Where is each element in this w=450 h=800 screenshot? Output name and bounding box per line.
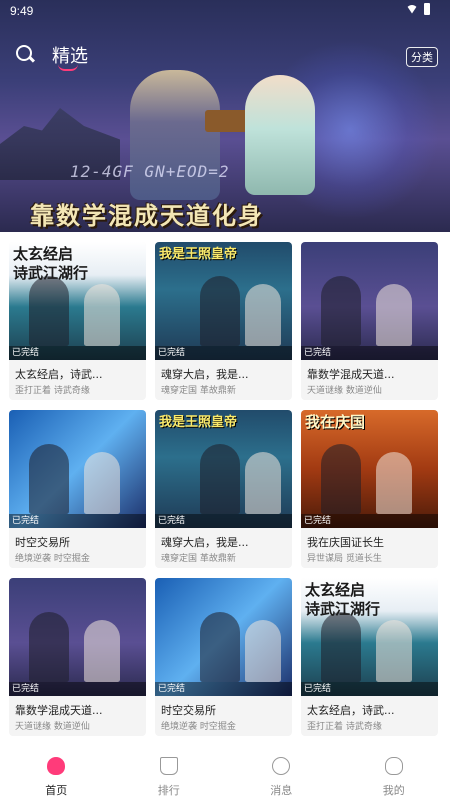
book-tags: 绝境逆袭 时空掘金 — [161, 722, 236, 732]
cover-figure — [376, 452, 412, 514]
book-tags: 绝境逆袭 时空掘金 — [15, 554, 90, 564]
book-tags: 天道谜缘 数道逆仙 — [307, 386, 382, 396]
cover-figure — [245, 284, 281, 346]
completed-badge: 已完结 — [155, 514, 292, 528]
cover-figure — [29, 612, 69, 682]
completed-badge: 已完结 — [301, 682, 438, 696]
rank-icon — [159, 757, 178, 775]
book-title: 靠数学混成天道... — [15, 704, 103, 717]
book-cover: 我是王照皇帝已完结 — [155, 410, 292, 528]
search-button[interactable] — [16, 45, 36, 65]
cover-figure — [321, 276, 361, 346]
category-button[interactable]: 分类 — [406, 47, 438, 67]
completed-badge: 已完结 — [9, 514, 146, 528]
nav-ranking-label: 排行 — [157, 784, 180, 797]
book-cover: 太玄经启 诗武江湖行已完结 — [9, 242, 146, 360]
cover-figure — [245, 452, 281, 514]
cover-figure — [376, 284, 412, 346]
hero-banner[interactable]: 12-4GF GN+EOD=2 靠数学混成天道化身 — [0, 0, 450, 232]
book-cover: 已完结 — [155, 578, 292, 696]
book-card[interactable]: 已完结靠数学混成天道... 天道谜缘 数道逆仙 — [9, 578, 146, 736]
nav-home-label: 首页 — [45, 784, 68, 797]
nav-ranking[interactable]: 排行 — [113, 750, 226, 800]
book-card[interactable]: 已完结时空交易所绝境逆袭 时空掘金 — [155, 578, 292, 736]
completed-badge: 已完结 — [9, 346, 146, 360]
cover-caption: 我在庆国 — [305, 413, 366, 431]
book-card[interactable]: 太玄经启 诗武江湖行已完结太玄经启，诗武... 歪打正着 诗武奇缘 — [301, 578, 438, 736]
cover-figure — [200, 612, 240, 682]
banner-title: 靠数学混成天道化身 — [30, 202, 264, 230]
status-icons — [406, 3, 430, 15]
cover-caption: 我是王照皇帝 — [159, 415, 238, 430]
book-card[interactable]: 我是王照皇帝已完结魂穿大启，我是... 魂穿定国 革故鼎新 — [155, 242, 292, 400]
book-title: 时空交易所 — [15, 536, 70, 549]
cover-caption: 太玄经启 诗武江湖行 — [13, 245, 89, 282]
cover-figure — [321, 612, 361, 682]
status-bar: 9:49 — [0, 0, 450, 20]
cover-figure — [200, 276, 240, 346]
nav-home[interactable]: 首页 — [0, 750, 113, 800]
completed-badge: 已完结 — [9, 682, 146, 696]
message-icon — [272, 757, 291, 775]
book-tags: 魂穿定国 革故鼎新 — [161, 386, 236, 396]
battery-icon — [424, 3, 430, 15]
book-card[interactable]: 我是王照皇帝已完结魂穿大启，我是... 魂穿定国 革故鼎新 — [155, 410, 292, 568]
book-cover: 已完结 — [301, 242, 438, 360]
book-cover: 已完结 — [9, 578, 146, 696]
cover-figure — [245, 620, 281, 682]
book-tags: 异世谋局 觅道长生 — [307, 554, 382, 564]
book-card[interactable]: 已完结靠数学混成天道... 天道谜缘 数道逆仙 — [301, 242, 438, 400]
cover-caption: 我是王照皇帝 — [159, 247, 238, 262]
profile-icon — [384, 757, 403, 775]
bottom-navigation: 首页 排行 消息 我的 — [0, 750, 450, 800]
book-title: 太玄经启，诗武... — [307, 704, 395, 717]
cover-figure — [29, 276, 69, 346]
book-card[interactable]: 我在庆国已完结我在庆国证长生 异世谋局 觅道长生 — [301, 410, 438, 568]
book-title: 我在庆国证长生 — [307, 536, 384, 549]
cover-figure — [376, 620, 412, 682]
book-title: 魂穿大启，我是... — [161, 536, 249, 549]
cover-figure — [321, 444, 361, 514]
banner-formula: 12-4GF GN+EOD=2 — [70, 162, 230, 181]
cover-figure — [200, 444, 240, 514]
wifi-icon — [406, 4, 418, 14]
status-time: 9:49 — [10, 4, 34, 18]
search-icon-handle — [28, 56, 36, 63]
cover-figure — [84, 284, 120, 346]
nav-messages-label: 消息 — [270, 784, 293, 797]
nav-profile-label: 我的 — [382, 784, 405, 797]
completed-badge: 已完结 — [155, 682, 292, 696]
cover-caption: 太玄经启 诗武江湖行 — [305, 581, 381, 618]
book-title: 魂穿大启，我是... — [161, 368, 249, 381]
book-tags: 歪打正着 诗武奇缘 — [307, 722, 382, 732]
book-grid: 太玄经启 诗武江湖行 已完结 太玄经启，诗武... 歪打正着 诗武奇缘 我是王照皇帝 已完… — [9, 242, 441, 736]
home-icon — [47, 757, 66, 775]
completed-badge: 已完结 — [301, 514, 438, 528]
completed-badge: 已完结 — [301, 346, 438, 360]
book-cover: 太玄经启 诗武江湖行已完结 — [301, 578, 438, 696]
banner-character-maiden — [245, 75, 315, 195]
book-card[interactable]: 太玄经启 诗武江湖行已完结太玄经启，诗武... 歪打正着 诗武奇缘 — [9, 242, 146, 400]
book-card[interactable]: 已完结时空交易所绝境逆袭 时空掘金 — [9, 410, 146, 568]
book-title: 时空交易所 — [161, 704, 216, 717]
book-tags: 歪打正着 诗武奇缘 — [15, 386, 90, 396]
cover-figure — [29, 444, 69, 514]
completed-badge: 已完结 — [155, 346, 292, 360]
nav-messages[interactable]: 消息 — [225, 750, 338, 800]
cover-figure — [84, 452, 120, 514]
book-tags: 魂穿定国 革故鼎新 — [161, 554, 236, 564]
book-title: 太玄经启，诗武... — [15, 368, 103, 381]
nav-profile[interactable]: 我的 — [338, 750, 450, 800]
book-tags: 天道谜缘 数道逆仙 — [15, 722, 90, 732]
book-title: 靠数学混成天道... — [307, 368, 395, 381]
book-cover: 我在庆国已完结 — [301, 410, 438, 528]
book-cover: 我是王照皇帝已完结 — [155, 242, 292, 360]
cover-figure — [84, 620, 120, 682]
book-cover: 已完结 — [9, 410, 146, 528]
